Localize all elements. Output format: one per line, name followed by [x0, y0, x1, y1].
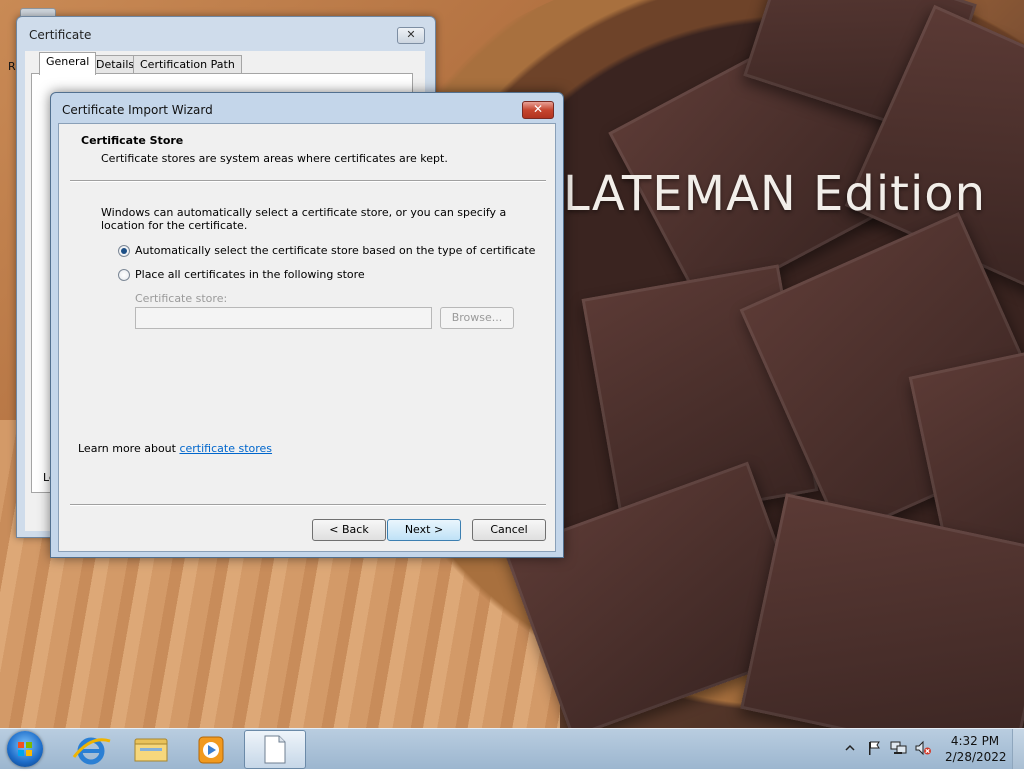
place-in-store-label[interactable]: Place all certificates in the following … [135, 268, 365, 281]
show-desktop-button[interactable] [1012, 729, 1024, 769]
taskbar: 4:32 PM 2/28/2022 [0, 728, 1024, 769]
auto-select-label[interactable]: Automatically select the certificate sto… [135, 244, 535, 257]
auto-select-store-option[interactable]: Automatically select the certificate sto… [118, 244, 535, 257]
learn-more-text: Learn more about certificate stores [78, 442, 272, 455]
footer-separator [70, 504, 546, 506]
browse-button: Browse... [440, 307, 514, 329]
certificate-window-title: Certificate [29, 28, 92, 42]
volume-muted-icon[interactable] [914, 740, 932, 756]
wizard-intro-text: Windows can automatically select a certi… [101, 206, 507, 232]
place-in-store-option[interactable]: Place all certificates in the following … [118, 268, 365, 281]
wizard-body: Certificate Store Certificate stores are… [58, 123, 556, 552]
start-orb-icon[interactable] [7, 731, 43, 767]
wizard-header-description: Certificate stores are system areas wher… [101, 152, 448, 165]
wizard-title: Certificate Import Wizard [62, 103, 213, 117]
system-clock[interactable]: 4:32 PM 2/28/2022 [945, 733, 1007, 765]
auto-select-radio[interactable] [118, 244, 130, 257]
place-in-store-radio[interactable] [118, 268, 130, 281]
clock-time: 4:32 PM [950, 734, 1000, 748]
tab-general[interactable]: General [39, 52, 97, 75]
next-button[interactable]: Next > [387, 519, 461, 541]
certificate-stores-link[interactable]: certificate stores [179, 442, 272, 455]
wizard-close-button[interactable]: ✕ [522, 101, 554, 119]
certificate-close-button[interactable]: ✕ [397, 27, 425, 44]
certificate-import-wizard: Certificate Import Wizard ✕ Certificate … [50, 92, 564, 558]
document-icon [264, 735, 286, 764]
certificate-store-label: Certificate store: [135, 292, 228, 305]
show-hidden-icons-icon[interactable] [844, 742, 856, 754]
file-explorer-icon[interactable] [126, 733, 176, 767]
document-taskbar-button[interactable] [244, 730, 306, 769]
certificate-store-field [135, 307, 432, 329]
clock-date: 2/28/2022 [945, 750, 1007, 764]
back-button[interactable]: < Back [312, 519, 386, 541]
wallpaper-text: LATEMAN Edition [563, 166, 987, 222]
header-separator [70, 180, 546, 182]
desktop-label-fragment: R [8, 60, 16, 73]
media-player-icon[interactable] [186, 733, 236, 767]
action-center-flag-icon[interactable] [866, 740, 882, 756]
network-icon[interactable] [890, 740, 908, 756]
learn-more-prefix: Learn more about [78, 442, 180, 455]
internet-explorer-icon[interactable] [66, 733, 116, 767]
tab-certification-path[interactable]: Certification Path [133, 55, 242, 74]
wizard-header-title: Certificate Store [81, 134, 184, 147]
cancel-button[interactable]: Cancel [472, 519, 546, 541]
